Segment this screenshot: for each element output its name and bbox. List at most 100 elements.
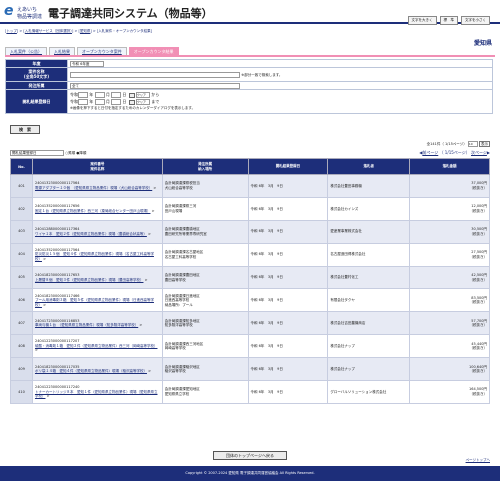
row-winner: 株式会社豊村化工	[327, 265, 411, 290]
row-amount: 37,000円 （税抜き）	[409, 174, 490, 198]
row-dept: 会計局調達課豊田地区 豊田高等学校	[161, 265, 249, 290]
row-case-link[interactable]: トナーカートリッジ８本 愛知１件〈愛知県県立物品業件〉現場（愛知県県立学校）	[35, 390, 158, 399]
row-date: 令和 6年 3月 9日	[247, 242, 329, 267]
prefecture-label: 愛知県	[473, 40, 492, 47]
row-case-link[interactable]: 車両与機１台 〈愛知県県立物品業件〉現場（知多翔洋高等学校）	[35, 323, 138, 327]
prev-page-link[interactable]: 前ページ	[422, 150, 438, 155]
col-amount: 落札金額	[409, 158, 490, 175]
row-no: 406	[10, 288, 33, 313]
back-to-top-page-button[interactable]: 団体のトップページへ戻る	[213, 451, 287, 460]
row-place: 日進西高等学校 納品場所：プール	[164, 298, 193, 307]
row-case-link[interactable]: 固定１台〈愛知県県立物品業件〉西三河（薬局総合センター田戸山現場）	[35, 209, 151, 213]
row-place: 名古屋工科高等学校	[164, 254, 197, 259]
breadcrumb-current: 入札案件・オープンカウンタ結果	[98, 29, 151, 33]
row-amount-tax: （税抜き）	[469, 346, 488, 351]
sort-desc-radio[interactable]: 降順	[79, 151, 86, 155]
row-case-link[interactable]: 防災防災１５個 愛知４件〈愛知県県立物品業件〉現場（名古屋工科高等学校）	[35, 252, 154, 261]
row-amount-tax: （税抜き）	[469, 231, 488, 236]
dept-select[interactable]: 全て	[70, 82, 240, 89]
row-case-link[interactable]: ワイヤ１本 愛知２件〈愛知県県立物品業件〉現場（豊橋総合状高等）	[35, 232, 147, 236]
row-amount: 164,500円 （税抜き）	[409, 380, 490, 404]
sort-asc-radio[interactable]: 昇順	[68, 151, 75, 155]
display-button[interactable]: 表示	[479, 141, 490, 147]
next-page-link[interactable]: 次ページ	[471, 150, 487, 155]
app-title: 電子調達共同システム（物品等）	[48, 7, 213, 20]
sort-select[interactable]: 開札結果登録日	[10, 150, 64, 156]
sort-controls: 開札結果登録日 ○昇順 ●降順	[10, 150, 87, 156]
pager: ◀前ページ （ 1/15ページ） 次ページ▶	[419, 150, 490, 155]
row-amount: 30,500円 （税抜き）	[409, 219, 490, 244]
row-dept: 会計局調達課名古屋地区 名古屋工科高等学校	[161, 242, 249, 267]
row-winner: 株式会社カインズ	[327, 196, 411, 221]
font-normal-button[interactable]: 標 準	[439, 16, 458, 25]
row-winner: 名古屋造田得株式会社	[327, 242, 411, 267]
font-size-controls: 文字を大きく 標 準 文字を小さく	[407, 16, 490, 25]
row-no: 410	[10, 380, 33, 404]
row-dept: 会計局調達課稲沢地区 稲沢高等学校	[161, 357, 249, 382]
row-dept: 会計局調達課西三河地区 岡崎高等学校	[161, 334, 249, 359]
breadcrumb-top[interactable]: トップ	[6, 29, 17, 33]
row-amount-tax: （税抜き）	[469, 277, 488, 282]
table-row: 410 24041223000000117240 トナーカートリッジ８本 愛知１件〈…	[10, 380, 490, 404]
col-case: 案件番号 案件名称	[31, 158, 163, 175]
row-date: 令和 6年 3月 9日	[247, 357, 329, 382]
row-amount-tax: （税抜き）	[469, 208, 488, 213]
row-dept: 会計局調達課県税担当 犬山総合高等学校	[161, 174, 249, 198]
row-amount: 12,000円 （税抜き）	[409, 196, 490, 221]
row-case-link[interactable]: ポリ袋１４箱 愛知４件〈愛知県県立物品業件〉現場（稲沢高等学校）	[35, 369, 147, 373]
row-no: 407	[10, 311, 33, 336]
table-row: 402 24041352000000117656 固定１台〈愛知県県立物品業件〉西三…	[10, 196, 490, 221]
breadcrumb-service[interactable]: 入札情報サービス（団体選択）	[25, 29, 72, 33]
row-date: 令和 6年 3月 9日	[247, 380, 329, 404]
table-row: 403 24041288000000117364 ワイヤ１本 愛知２件〈愛知県県立物…	[10, 219, 490, 244]
table-row: 407 24041723000000116853 車両与機１台 〈愛知県県立物品業件…	[10, 311, 490, 336]
row-winner: 株式会社ナップ	[327, 357, 411, 382]
table-row: 401 24041323000000117564 電源アダプター１０個 〈愛知県県立…	[10, 174, 490, 198]
row-no: 404	[10, 242, 33, 267]
row-date: 令和 6年 3月 9日	[247, 265, 329, 290]
table-row: 408 24041223000000117207 硫酸・消毒剤１箱 愛知２件〈愛知県…	[10, 334, 490, 359]
row-case-link[interactable]: 硫酸・消毒剤１箱 愛知２件〈愛知県県立物品業件〉西三河（岡崎高等学校）	[35, 344, 158, 348]
row-date: 令和 6年 3月 9日	[247, 174, 329, 198]
year-label: 年度	[5, 59, 68, 68]
font-small-button[interactable]: 文字を小さく	[461, 16, 490, 25]
result-count: 全141件（ 1/15ページ） 10 表示	[426, 141, 490, 147]
table-row: 405 24041823000000117653 上履替８個 愛知３件〈愛知県県立物…	[10, 265, 490, 290]
row-case-link[interactable]: 電源アダプター１０個 〈愛知県県立物品業件〉現場（犬山総合高等学校）	[35, 186, 152, 190]
row-dept: 会計局調達課日進地区 日進西高等学校 納品場所：プール	[161, 288, 249, 313]
row-case: 24041223000000117207 硫酸・消毒剤１箱 愛知２件〈愛知県県立物…	[31, 334, 163, 359]
year-select[interactable]: 令和 6年度	[70, 60, 104, 67]
row-amount: 42,500円 （税抜き）	[409, 265, 490, 290]
search-button[interactable]: 検 索	[10, 125, 40, 134]
row-case: 24041352000000117564 防災防災１５個 愛知４件〈愛知県県立物品…	[31, 242, 163, 267]
page-top-link[interactable]: ページトップへ	[466, 458, 490, 463]
font-large-button[interactable]: 文字を大きく	[407, 16, 437, 25]
calendar-to-icon[interactable]	[128, 99, 135, 105]
row-dept: 会計局調達課豊橋地区 豊田研究所等業界専研究室	[161, 219, 249, 244]
case-name-input[interactable]	[70, 71, 240, 78]
calendar-from-icon[interactable]	[128, 92, 135, 98]
row-winner: 愛産業事業株式会社	[327, 219, 411, 244]
table-row: 404 24041352000000117564 防災防災１５個 愛知４件〈愛知県県…	[10, 242, 490, 267]
copyright: Copyright © 2007-2024 愛知県 電子調達共同運営協議会 Al…	[185, 471, 315, 475]
row-winner: 株式会社吉田農機商店	[327, 311, 411, 336]
row-date: 令和 6年 3月 9日	[247, 311, 329, 336]
row-place: 豊田高等学校	[164, 277, 186, 282]
dept-label: 発注所属	[5, 81, 68, 90]
row-date: 令和 6年 3月 9日	[247, 288, 329, 313]
row-dept: 会計局調達課県三河 田戸山現場	[161, 196, 249, 221]
row-no: 402	[10, 196, 33, 221]
row-dept: 会計局調達課知多地区 知多翔洋高等学校	[161, 311, 249, 336]
per-page-select[interactable]: 10	[467, 141, 478, 147]
row-dept: 会計局調達課愛知地区 愛知県県立学校	[161, 380, 249, 404]
row-case-link[interactable]: 上履替８個 愛知３件〈愛知県県立物品業件〉現場（豊田高等学校）	[35, 278, 144, 282]
row-date: 令和 6年 3月 9日	[247, 196, 329, 221]
col-winner: 落札者	[327, 158, 411, 175]
row-winner: グローバルソリューション株式会社	[327, 380, 411, 404]
row-case-link[interactable]: プール用消毒剤３箱 愛知５件〈愛知県県立物品業件〉現場（日進西高等学校）	[35, 298, 154, 307]
row-amount: 83,500円 （税抜き）	[409, 288, 490, 313]
search-form: 年度 令和 6年度 案件名称 (全角50文字) ※部分一致で検索します。 発注所…	[5, 59, 493, 114]
row-winner: 株式会社ナップ	[327, 334, 411, 359]
breadcrumb-pref[interactable]: 愛知県	[80, 29, 91, 33]
row-case: 24041823000000117653 上履替８個 愛知３件〈愛知県県立物品業件…	[31, 265, 163, 290]
